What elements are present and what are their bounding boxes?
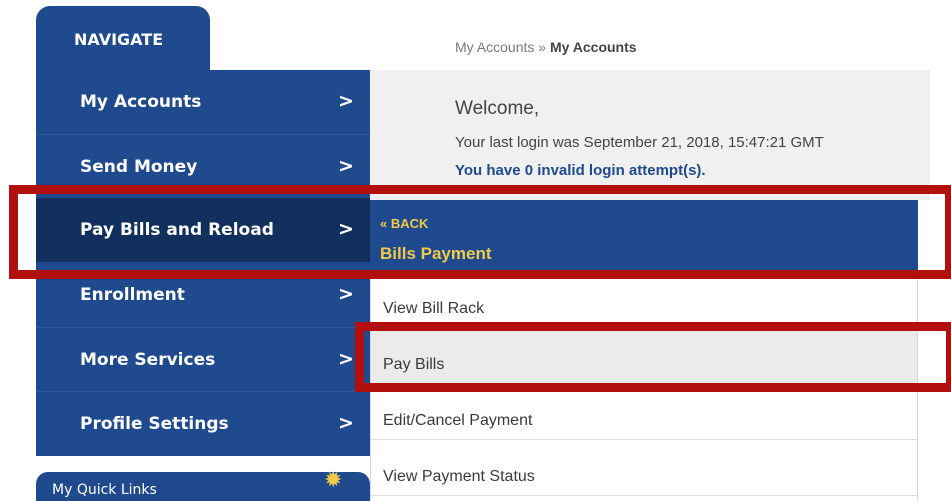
invalid-attempts-text: You have 0 invalid login attempt(s). bbox=[455, 162, 706, 179]
submenu-item-view-payment-status[interactable]: View Payment Status bbox=[371, 442, 917, 496]
gear-icon[interactable]: ✹ bbox=[324, 468, 342, 493]
submenu-item-edit-cancel-payment[interactable]: Edit/Cancel Payment bbox=[371, 386, 917, 440]
chevron-right-icon: > bbox=[338, 283, 354, 305]
navigate-tab: NAVIGATE bbox=[36, 6, 210, 70]
welcome-panel: Welcome, Your last login was September 2… bbox=[370, 70, 930, 200]
chevron-right-icon: > bbox=[338, 412, 354, 434]
last-login-text: Your last login was September 21, 2018, … bbox=[455, 134, 824, 151]
breadcrumb-separator: » bbox=[538, 39, 547, 55]
my-quick-links-header[interactable]: My Quick Links ✹ bbox=[36, 468, 370, 501]
quick-links-label: My Quick Links bbox=[52, 482, 157, 498]
nav-item-label: Send Money bbox=[80, 157, 198, 177]
nav-item-more-services[interactable]: More Services > bbox=[36, 328, 370, 392]
chevron-right-icon: > bbox=[338, 348, 354, 370]
submenu-item-view-bill-rack[interactable]: View Bill Rack bbox=[371, 274, 917, 328]
breadcrumb-parent[interactable]: My Accounts bbox=[455, 39, 534, 55]
nav-item-label: My Accounts bbox=[80, 92, 202, 112]
breadcrumb: My Accounts » My Accounts bbox=[455, 39, 637, 55]
annotation-box-pay-bills-and-reload bbox=[9, 185, 951, 279]
nav-item-profile-settings[interactable]: Profile Settings > bbox=[36, 392, 370, 456]
nav-item-label: Profile Settings bbox=[80, 414, 229, 434]
nav-item-label: More Services bbox=[80, 350, 216, 370]
welcome-greeting: Welcome, bbox=[455, 98, 540, 119]
breadcrumb-current: My Accounts bbox=[549, 39, 637, 55]
nav-item-label: Enrollment bbox=[80, 285, 185, 305]
chevron-right-icon: > bbox=[338, 90, 354, 112]
nav-item-my-accounts[interactable]: My Accounts > bbox=[36, 70, 370, 134]
chevron-right-icon: > bbox=[338, 155, 354, 177]
annotation-box-pay-bills bbox=[355, 322, 951, 392]
